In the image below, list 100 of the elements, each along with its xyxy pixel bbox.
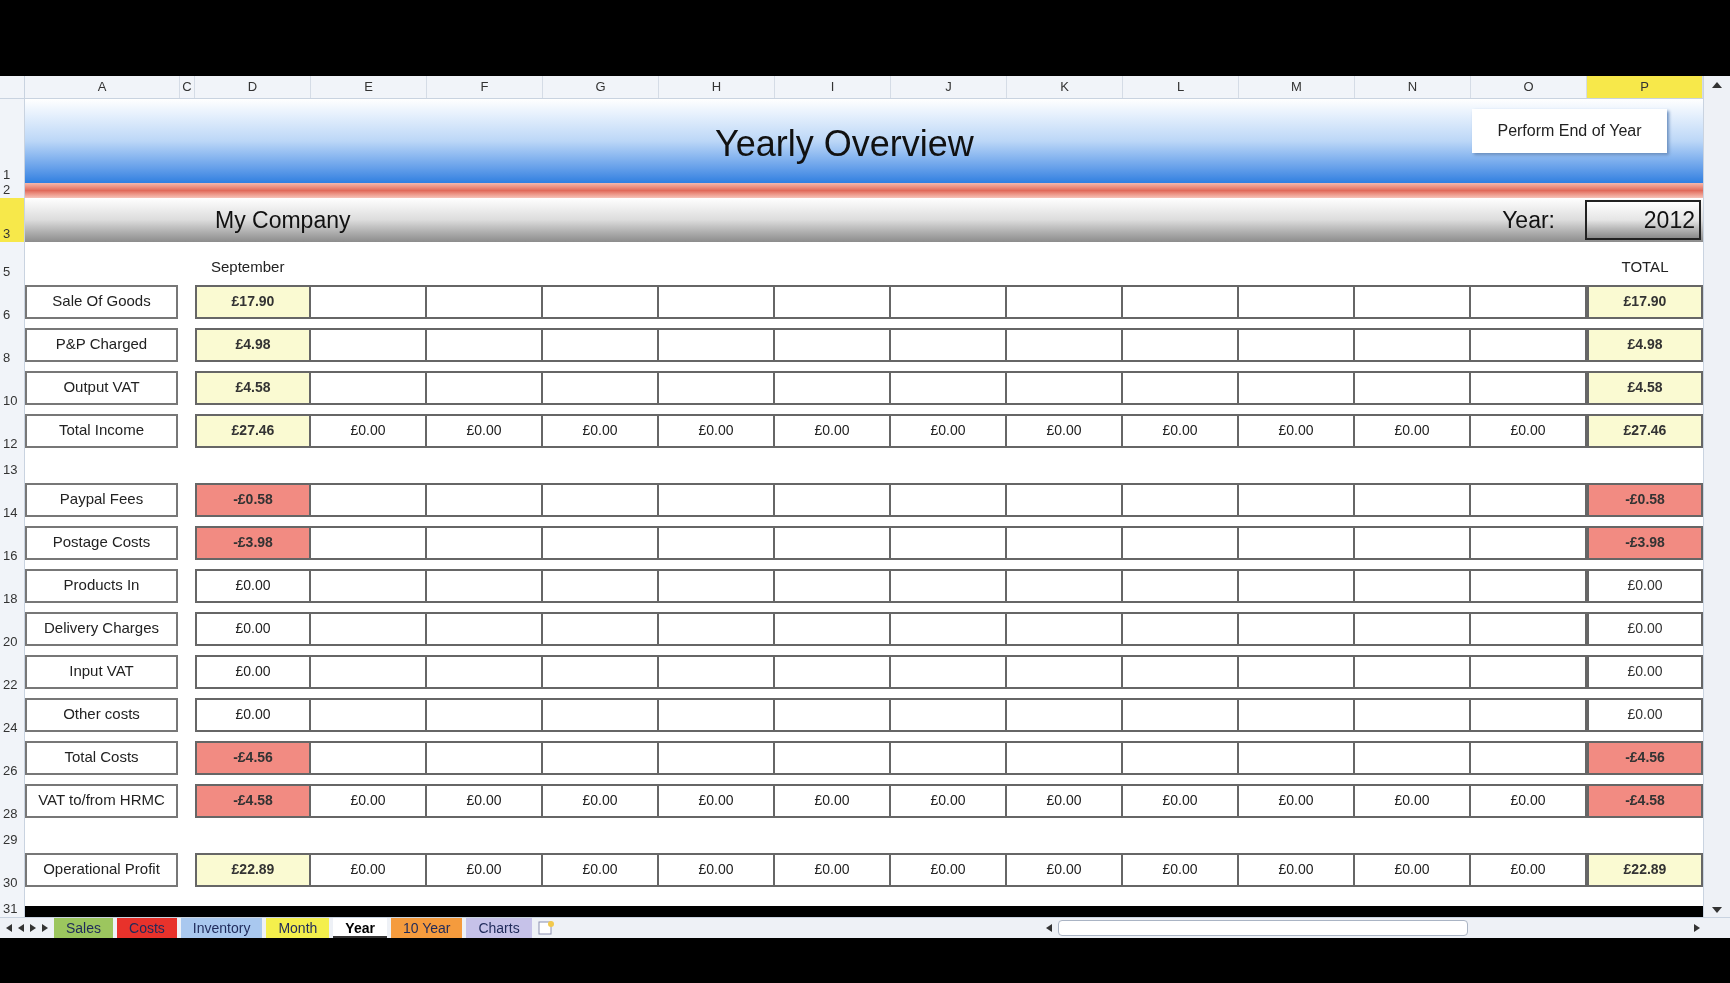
total-cell: £17.90 — [1587, 284, 1703, 319]
value-cell: £4.98 — [195, 327, 311, 362]
vertical-scrollbar[interactable] — [1703, 76, 1730, 917]
column-header[interactable]: D — [195, 76, 311, 98]
value-cell: £0.00 — [891, 783, 1007, 818]
row-number[interactable]: 8 — [0, 350, 11, 366]
column-header[interactable]: A — [25, 76, 180, 98]
value-cell: £0.00 — [311, 852, 427, 887]
row-label: Paypal Fees — [25, 482, 178, 517]
total-cell: £0.00 — [1587, 568, 1703, 603]
value-cell: £0.00 — [1239, 852, 1355, 887]
value-cell: £4.58 — [195, 370, 311, 405]
value-cell: £0.00 — [1239, 413, 1355, 448]
value-cell: -£3.98 — [195, 525, 311, 560]
end-of-year-button[interactable]: Perform End of Year — [1472, 109, 1667, 153]
value-cell: £0.00 — [543, 413, 659, 448]
total-cell: -£0.58 — [1587, 482, 1703, 517]
total-cell: £4.98 — [1587, 327, 1703, 362]
value-cell: £0.00 — [1471, 413, 1587, 448]
sheet-tab[interactable]: Inventory — [180, 918, 263, 938]
value-cell: £0.00 — [1007, 413, 1123, 448]
year-cell[interactable]: 2012 — [1585, 200, 1701, 240]
total-cell: £0.00 — [1587, 611, 1703, 646]
sheet-tab[interactable]: 10 Year — [390, 918, 463, 938]
value-cell: £0.00 — [1239, 783, 1355, 818]
column-header[interactable]: F — [427, 76, 543, 98]
row-label: Input VAT — [25, 654, 178, 689]
total-cell: -£4.58 — [1587, 783, 1703, 818]
value-cell: £0.00 — [1355, 413, 1471, 448]
value-cell: £0.00 — [1471, 783, 1587, 818]
value-cell: £0.00 — [1007, 783, 1123, 818]
value-cell: £17.90 — [195, 284, 311, 319]
row-number[interactable]: 5 — [0, 264, 11, 280]
scroll-right-icon[interactable] — [1694, 924, 1700, 932]
total-cell: £4.58 — [1587, 370, 1703, 405]
value-cell: £0.00 — [1007, 852, 1123, 887]
value-cell: £0.00 — [195, 568, 311, 603]
value-cell: £0.00 — [659, 413, 775, 448]
value-cell: £0.00 — [1471, 852, 1587, 887]
value-cell: £0.00 — [427, 783, 543, 818]
column-header[interactable]: N — [1355, 76, 1471, 98]
value-cell: -£4.58 — [195, 783, 311, 818]
value-cell: £0.00 — [311, 413, 427, 448]
row-label: P&P Charged — [25, 327, 178, 362]
column-header[interactable]: E — [311, 76, 427, 98]
total-cell: £0.00 — [1587, 654, 1703, 689]
column-header[interactable]: G — [543, 76, 659, 98]
column-header[interactable]: H — [659, 76, 775, 98]
row-label: Products In — [25, 568, 178, 603]
value-cell: £0.00 — [195, 654, 311, 689]
horizontal-scrollbar[interactable] — [1058, 920, 1468, 936]
scroll-left-icon[interactable] — [1046, 924, 1052, 932]
row-label: Sale Of Goods — [25, 284, 178, 319]
column-header[interactable]: J — [891, 76, 1007, 98]
value-cell: £0.00 — [659, 783, 775, 818]
value-cell: £0.00 — [1355, 852, 1471, 887]
row-label: Postage Costs — [25, 525, 178, 560]
year-label: Year: — [1502, 205, 1555, 235]
total-cell: -£4.56 — [1587, 740, 1703, 775]
scroll-up-icon[interactable] — [1712, 82, 1722, 88]
column-header[interactable]: I — [775, 76, 891, 98]
value-cell: £0.00 — [543, 852, 659, 887]
value-cell: £0.00 — [1123, 413, 1239, 448]
total-cell: £0.00 — [1587, 697, 1703, 732]
value-cell: £27.46 — [195, 413, 311, 448]
value-cell: £0.00 — [195, 611, 311, 646]
value-cell: -£4.56 — [195, 740, 311, 775]
sheet-tab[interactable]: Month — [266, 918, 330, 938]
sheet-tab[interactable]: Year — [333, 918, 387, 938]
row-label: Delivery Charges — [25, 611, 178, 646]
value-cell: £0.00 — [195, 697, 311, 732]
total-header: TOTAL — [1620, 256, 1670, 277]
column-header[interactable]: P — [1587, 76, 1703, 98]
row-label: Total Costs — [25, 740, 178, 775]
row-number[interactable]: 1 — [0, 167, 11, 183]
value-cell: -£0.58 — [195, 482, 311, 517]
value-cell: £0.00 — [427, 852, 543, 887]
column-header[interactable]: K — [1007, 76, 1123, 98]
value-cell: £22.89 — [195, 852, 311, 887]
column-header[interactable]: C — [180, 76, 195, 98]
row-label: Operational Profit — [25, 852, 178, 887]
value-cell: £0.00 — [1123, 783, 1239, 818]
value-cell: £0.00 — [775, 783, 891, 818]
row-label: VAT to/from HRMC — [25, 783, 178, 818]
value-cell: £0.00 — [891, 413, 1007, 448]
total-cell: -£3.98 — [1587, 525, 1703, 560]
value-cell: £0.00 — [775, 413, 891, 448]
total-cell: £22.89 — [1587, 852, 1703, 887]
column-header[interactable]: M — [1239, 76, 1355, 98]
value-cell: £0.00 — [1355, 783, 1471, 818]
row-number[interactable]: 3 — [0, 226, 11, 242]
column-header[interactable]: L — [1123, 76, 1239, 98]
value-cell: £0.00 — [891, 852, 1007, 887]
row-number[interactable]: 6 — [0, 307, 11, 323]
row-label: Other costs — [25, 697, 178, 732]
sheet-tab[interactable]: Sales — [54, 918, 114, 938]
value-cell: £0.00 — [775, 852, 891, 887]
sheet-tab[interactable]: Charts — [466, 918, 532, 938]
value-cell: £0.00 — [543, 783, 659, 818]
total-cell: £27.46 — [1587, 413, 1703, 448]
